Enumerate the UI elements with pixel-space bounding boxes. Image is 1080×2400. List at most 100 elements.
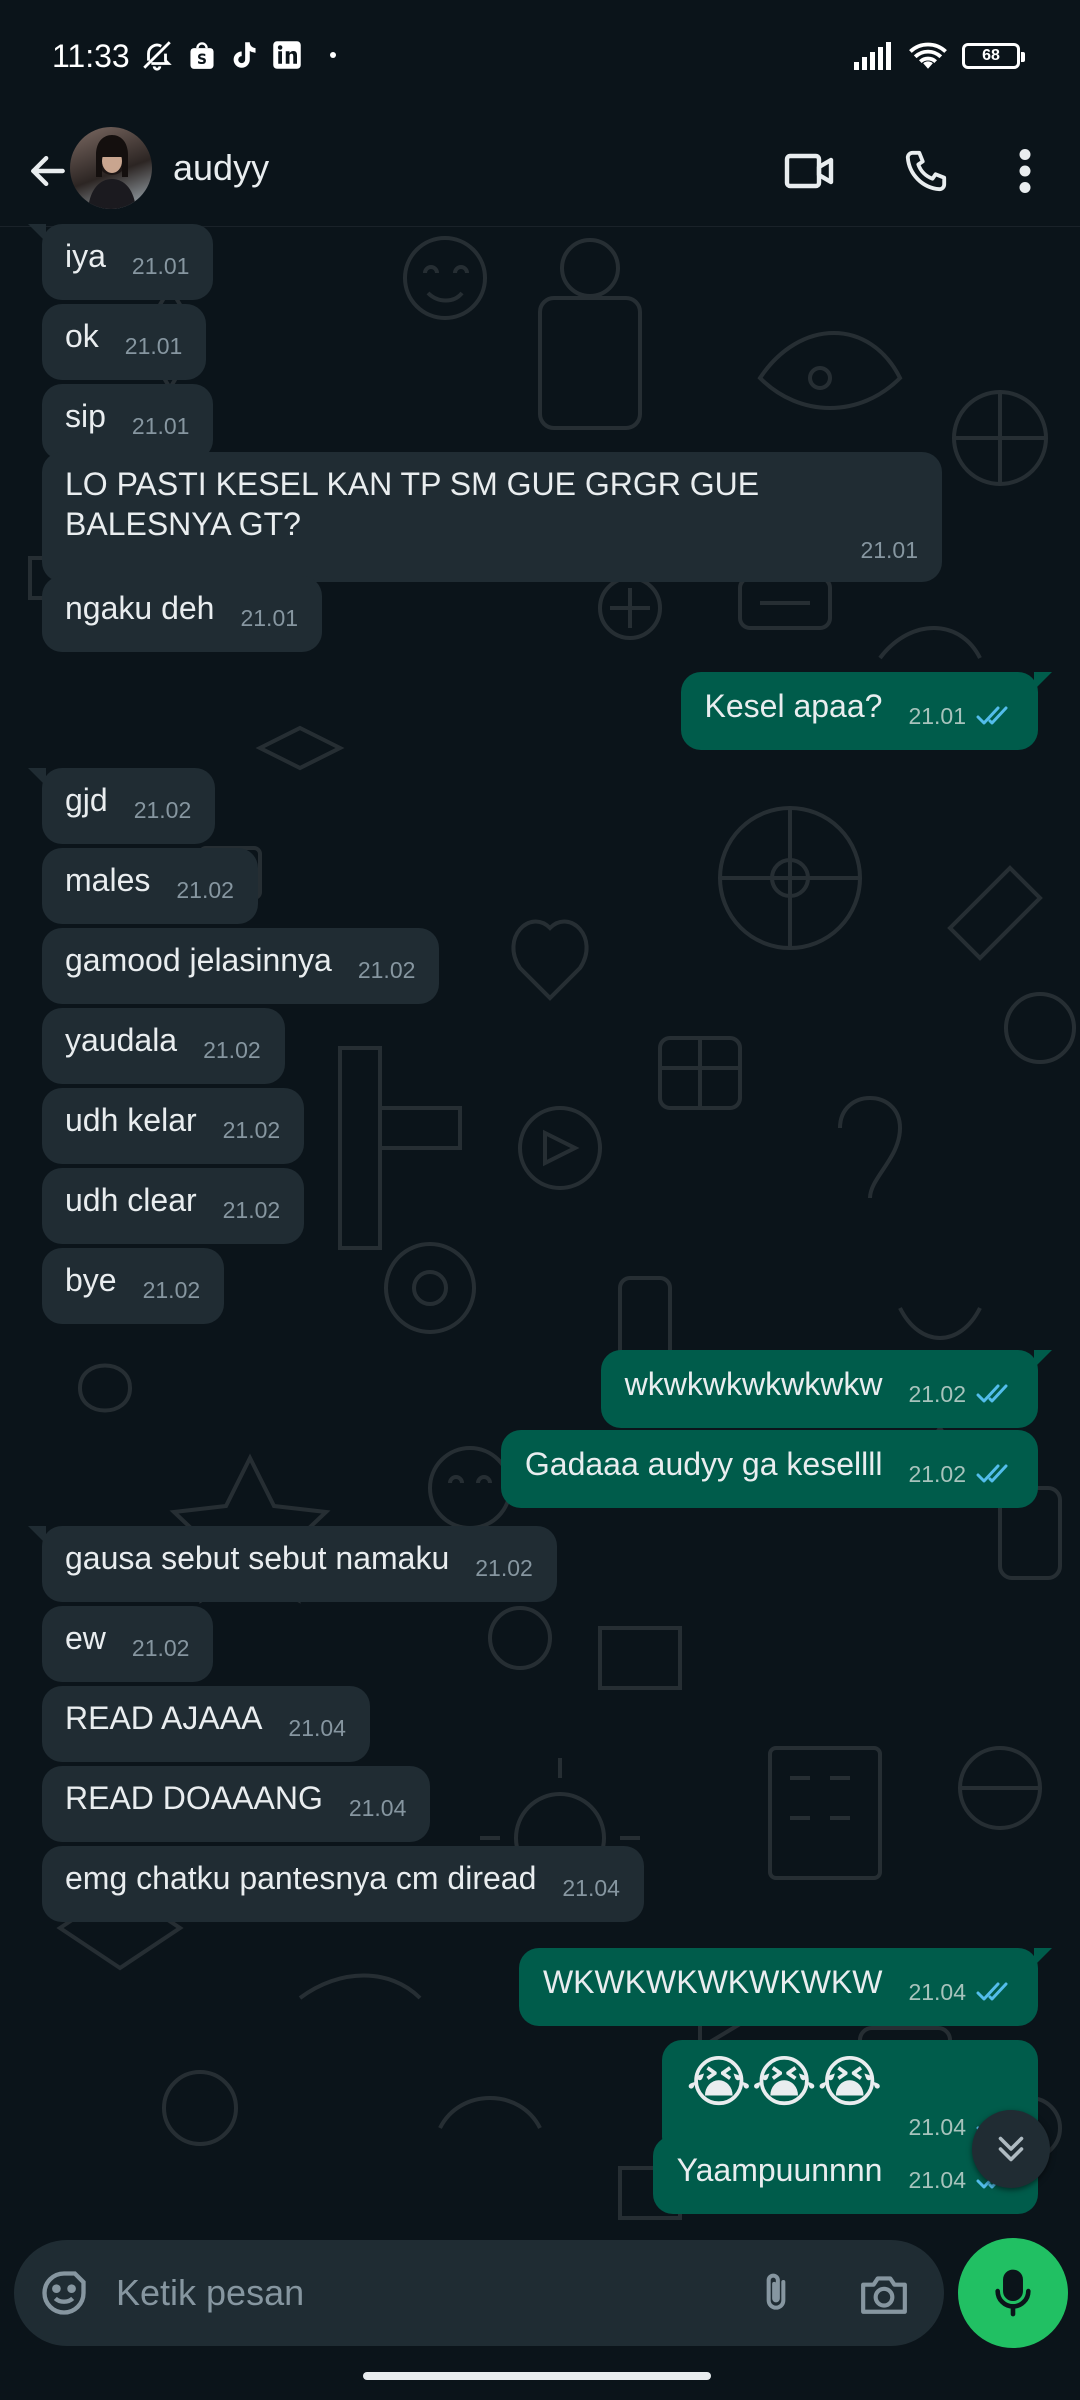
message-meta: 21.04 bbox=[349, 1788, 407, 1828]
message-meta: 21.04 bbox=[288, 1708, 346, 1748]
message-meta: 21.04 bbox=[908, 1972, 1014, 2012]
microphone-icon bbox=[995, 2269, 1031, 2317]
tiktok-icon bbox=[233, 42, 256, 68]
message-text: READ AJAAA bbox=[65, 1700, 263, 1736]
message-meta: 21.02 bbox=[132, 1628, 190, 1668]
message-meta: 21.01 bbox=[240, 598, 298, 638]
message-text: udh clear bbox=[65, 1182, 197, 1218]
outgoing-message[interactable]: Kesel apaa? 21.01 bbox=[680, 672, 1053, 750]
message-time: 21.04 bbox=[908, 2167, 966, 2193]
emoji-button[interactable] bbox=[32, 2261, 96, 2325]
message-text: ngaku deh bbox=[65, 590, 215, 626]
more-options-button[interactable] bbox=[990, 135, 1060, 207]
voice-call-button[interactable] bbox=[890, 135, 962, 207]
message-time: 21.02 bbox=[357, 957, 416, 983]
incoming-message[interactable]: ngaku deh 21.01 bbox=[42, 576, 323, 652]
incoming-message[interactable]: LO PASTI KESEL KAN TP SM GUE GRGR GUE BA… bbox=[42, 452, 942, 582]
message-meta: 21.02 bbox=[176, 870, 234, 910]
incoming-message[interactable]: iya 21.01 bbox=[27, 224, 214, 300]
incoming-message[interactable]: ok 21.01 bbox=[42, 304, 207, 380]
mic-button[interactable] bbox=[958, 2238, 1068, 2348]
message-time: 21.02 bbox=[908, 1381, 966, 1407]
message-text: Yaampuunnnn bbox=[676, 2152, 883, 2188]
message-text: gausa sebut sebut namaku bbox=[65, 1540, 450, 1576]
incoming-message[interactable]: gausa sebut sebut namaku 21.02 bbox=[28, 1526, 557, 1602]
outgoing-message[interactable]: Gadaaa audyy ga kesellll 21.02 bbox=[500, 1430, 1038, 1508]
battery-icon: 68 bbox=[962, 43, 1025, 69]
incoming-message[interactable]: yaudala 21.02 bbox=[42, 1008, 285, 1084]
more-vertical-icon bbox=[1019, 149, 1031, 193]
message-time: 21.01 bbox=[124, 333, 183, 359]
message-time: 21.04 bbox=[348, 1795, 407, 1821]
message-time: 21.04 bbox=[562, 1875, 620, 1901]
message-time: 21.01 bbox=[240, 605, 299, 631]
message-input[interactable]: Ketik pesan bbox=[116, 2272, 304, 2314]
message-meta: 21.02 bbox=[908, 1454, 1014, 1494]
incoming-message[interactable]: ew 21.02 bbox=[42, 1606, 214, 1682]
incoming-message[interactable]: emg chatku pantesnya cm diread 21.04 bbox=[42, 1846, 644, 1922]
message-time: 21.02 bbox=[142, 1277, 201, 1303]
phone-icon bbox=[905, 150, 947, 192]
message-text: LO PASTI KESEL KAN TP SM GUE GRGR GUE BA… bbox=[65, 466, 768, 542]
video-call-button[interactable] bbox=[774, 135, 846, 207]
contact-name[interactable]: audyy bbox=[173, 147, 269, 189]
signal-icon bbox=[854, 42, 891, 70]
message-meta: 21.02 bbox=[203, 1030, 261, 1070]
camera-icon bbox=[861, 2276, 907, 2314]
message-input-bar: Ketik pesan bbox=[14, 2240, 944, 2346]
incoming-message[interactable]: sip 21.01 bbox=[42, 384, 214, 460]
message-meta: 21.02 bbox=[475, 1548, 533, 1588]
status-bar: 11:33 S 68 bbox=[0, 0, 1080, 115]
message-meta: 21.04 bbox=[562, 1868, 620, 1908]
incoming-message[interactable]: males 21.02 bbox=[42, 848, 258, 924]
outgoing-message[interactable]: WKWKWKWKWKWKW 21.04 bbox=[518, 1948, 1053, 2026]
incoming-message[interactable]: gjd 21.02 bbox=[27, 768, 216, 844]
message-meta: 21.01 bbox=[908, 696, 1014, 736]
message-meta: 21.01 bbox=[860, 530, 918, 570]
incoming-message[interactable]: READ DOAAANG 21.04 bbox=[42, 1766, 431, 1842]
message-time: 21.01 bbox=[131, 253, 190, 279]
message-text: emg chatku pantesnya cm diread bbox=[65, 1860, 537, 1896]
message-text: gjd bbox=[65, 782, 108, 818]
message-text: iya bbox=[65, 238, 106, 274]
svg-text:S: S bbox=[197, 52, 207, 68]
message-text: WKWKWKWKWKWKW bbox=[542, 1964, 883, 2000]
wifi-icon bbox=[909, 42, 947, 69]
home-indicator[interactable] bbox=[363, 2372, 711, 2380]
incoming-message[interactable]: READ AJAAA 21.04 bbox=[42, 1686, 370, 1762]
message-time: 21.01 bbox=[908, 703, 966, 729]
message-text: udh kelar bbox=[65, 1102, 197, 1138]
attach-button[interactable] bbox=[744, 2261, 808, 2325]
read-receipt-icon bbox=[976, 1464, 1008, 1483]
read-receipt-icon bbox=[976, 706, 1008, 725]
incoming-message[interactable]: bye 21.02 bbox=[42, 1248, 225, 1324]
video-camera-icon bbox=[784, 153, 834, 189]
incoming-message[interactable]: udh clear 21.02 bbox=[42, 1168, 305, 1244]
message-time: 21.02 bbox=[131, 1635, 190, 1661]
message-meta: 21.02 bbox=[908, 1374, 1014, 1414]
mute-bell-icon bbox=[143, 41, 172, 71]
camera-button[interactable] bbox=[852, 2261, 916, 2325]
message-meta: 21.02 bbox=[223, 1110, 281, 1150]
outgoing-message[interactable]: wkwkwkwkwkwkw 21.02 bbox=[600, 1350, 1053, 1428]
message-text: ok bbox=[65, 318, 99, 354]
incoming-message[interactable]: gamood jelasinnya 21.02 bbox=[42, 928, 440, 1004]
avatar[interactable] bbox=[70, 127, 152, 209]
message-text: bye bbox=[65, 1262, 117, 1298]
message-text: males bbox=[65, 862, 151, 898]
message-time: 21.02 bbox=[203, 1037, 261, 1063]
message-meta: 21.02 bbox=[143, 1270, 201, 1310]
scroll-to-bottom-button[interactable] bbox=[972, 2110, 1050, 2188]
arrow-left-icon bbox=[31, 155, 65, 187]
more-notifications-dot bbox=[330, 52, 336, 58]
message-time: 21.01 bbox=[131, 413, 190, 439]
message-meta: 21.01 bbox=[125, 326, 183, 366]
message-meta: 21.02 bbox=[134, 790, 192, 830]
incoming-message[interactable]: udh kelar 21.02 bbox=[42, 1088, 305, 1164]
message-text: ew bbox=[65, 1620, 106, 1656]
message-text: READ DOAAANG bbox=[65, 1780, 323, 1816]
message-time: 21.02 bbox=[475, 1555, 533, 1581]
message-text: gamood jelasinnya bbox=[65, 942, 332, 978]
message-meta: 21.01 bbox=[132, 246, 190, 286]
double-chevron-down-icon bbox=[998, 2136, 1024, 2162]
